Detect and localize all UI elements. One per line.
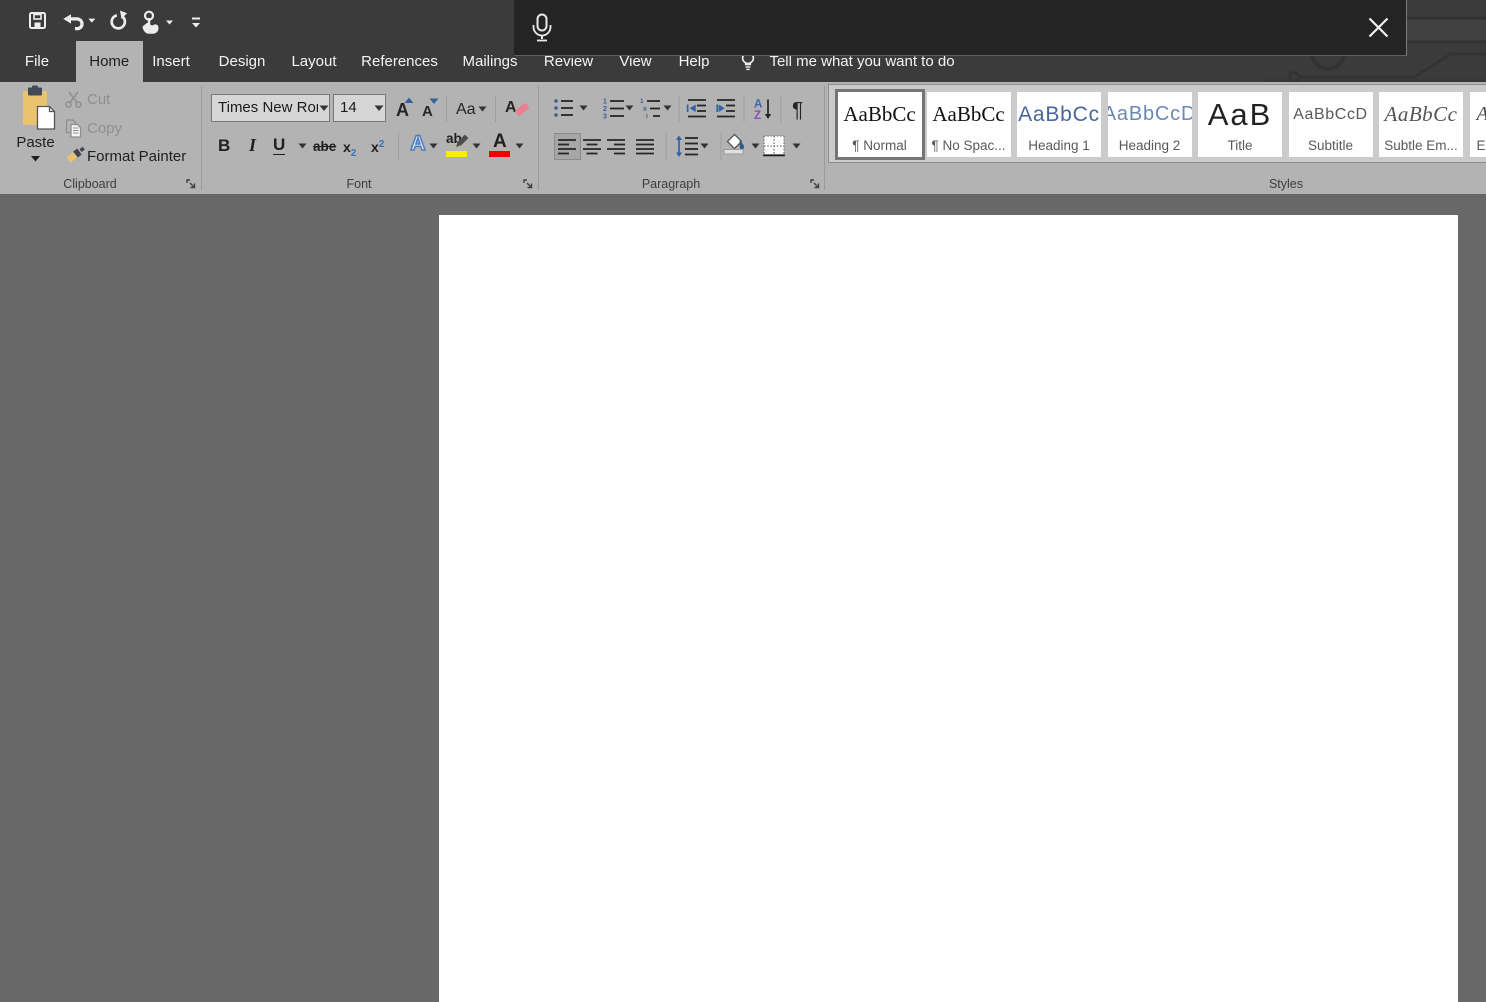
svg-text:A: A	[410, 132, 425, 155]
svg-text:i: i	[646, 113, 648, 120]
svg-text:3: 3	[603, 114, 607, 121]
svg-text:a: a	[643, 106, 647, 113]
svg-text:1: 1	[603, 99, 607, 106]
svg-text:Z: Z	[754, 110, 761, 122]
svg-text:A: A	[754, 99, 762, 111]
svg-text:1: 1	[640, 98, 644, 105]
svg-text:2: 2	[603, 106, 607, 113]
svg-text:¶: ¶	[792, 99, 803, 122]
